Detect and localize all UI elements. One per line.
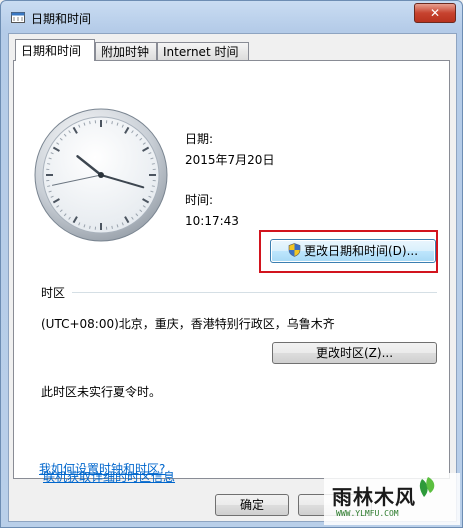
dst-note: 此时区未实行夏令时。 [41, 385, 162, 399]
tab-date-time[interactable]: 日期和时间 [15, 39, 95, 61]
clock-minute-tick [47, 163, 51, 165]
clock-minute-tick [111, 225, 113, 229]
clock-minute-tick [47, 185, 51, 187]
date-time-dialog: 日期和时间 ✕ 日期和时间 附加时钟 Internet 时间 日期: 2015年… [0, 0, 463, 528]
timezone-section-label: 时区 [41, 286, 66, 300]
dialog-client-area: 日期和时间 附加时钟 Internet 时间 日期: 2015年7月20日 时间… [8, 33, 457, 522]
clock-minute-tick [89, 225, 91, 229]
ok-button[interactable]: 确定 [215, 494, 289, 516]
analog-clock [34, 108, 168, 242]
how-to-set-clock-link[interactable]: 我如何设置时钟和时区? [39, 460, 165, 477]
change-date-time-label: 更改日期和时间(D)... [303, 244, 419, 258]
change-timezone-button[interactable]: 更改时区(Z)... [272, 342, 437, 364]
window-title: 日期和时间 [31, 12, 92, 26]
title-bar[interactable]: 日期和时间 ✕ [1, 1, 462, 33]
tab-internet-time[interactable]: Internet 时间 [157, 42, 249, 60]
time-label: 时间: [185, 193, 214, 207]
date-label: 日期: [185, 132, 214, 146]
timezone-value: (UTC+08:00)北京，重庆，香港特别行政区，乌鲁木齐 [41, 317, 335, 331]
tab-additional-clocks[interactable]: 附加时钟 [95, 42, 157, 60]
tab-panel-date-time: 日期: 2015年7月20日 时间: 10:17:43 更改日期和时间(D)..… [13, 60, 450, 484]
clock-minute-tick [151, 163, 155, 165]
clock-minute-tick [151, 185, 155, 187]
clock-minute-tick [111, 121, 113, 125]
clock-calendar-icon [11, 12, 25, 23]
close-icon: ✕ [429, 6, 441, 20]
time-value: 10:17:43 [185, 214, 239, 228]
watermark-title: 雨林木风 [332, 485, 416, 509]
timezone-separator [72, 292, 437, 293]
clock-minute-tick [89, 121, 91, 125]
watermark-url: WWW.YLMFU.COM [336, 509, 399, 518]
watermark-logo: 雨林木风 WWW.YLMFU.COM [324, 473, 460, 525]
change-date-time-button[interactable]: 更改日期和时间(D)... [270, 239, 436, 263]
date-value: 2015年7月20日 [185, 153, 275, 167]
close-button[interactable]: ✕ [414, 3, 456, 23]
uac-shield-icon [288, 243, 301, 257]
